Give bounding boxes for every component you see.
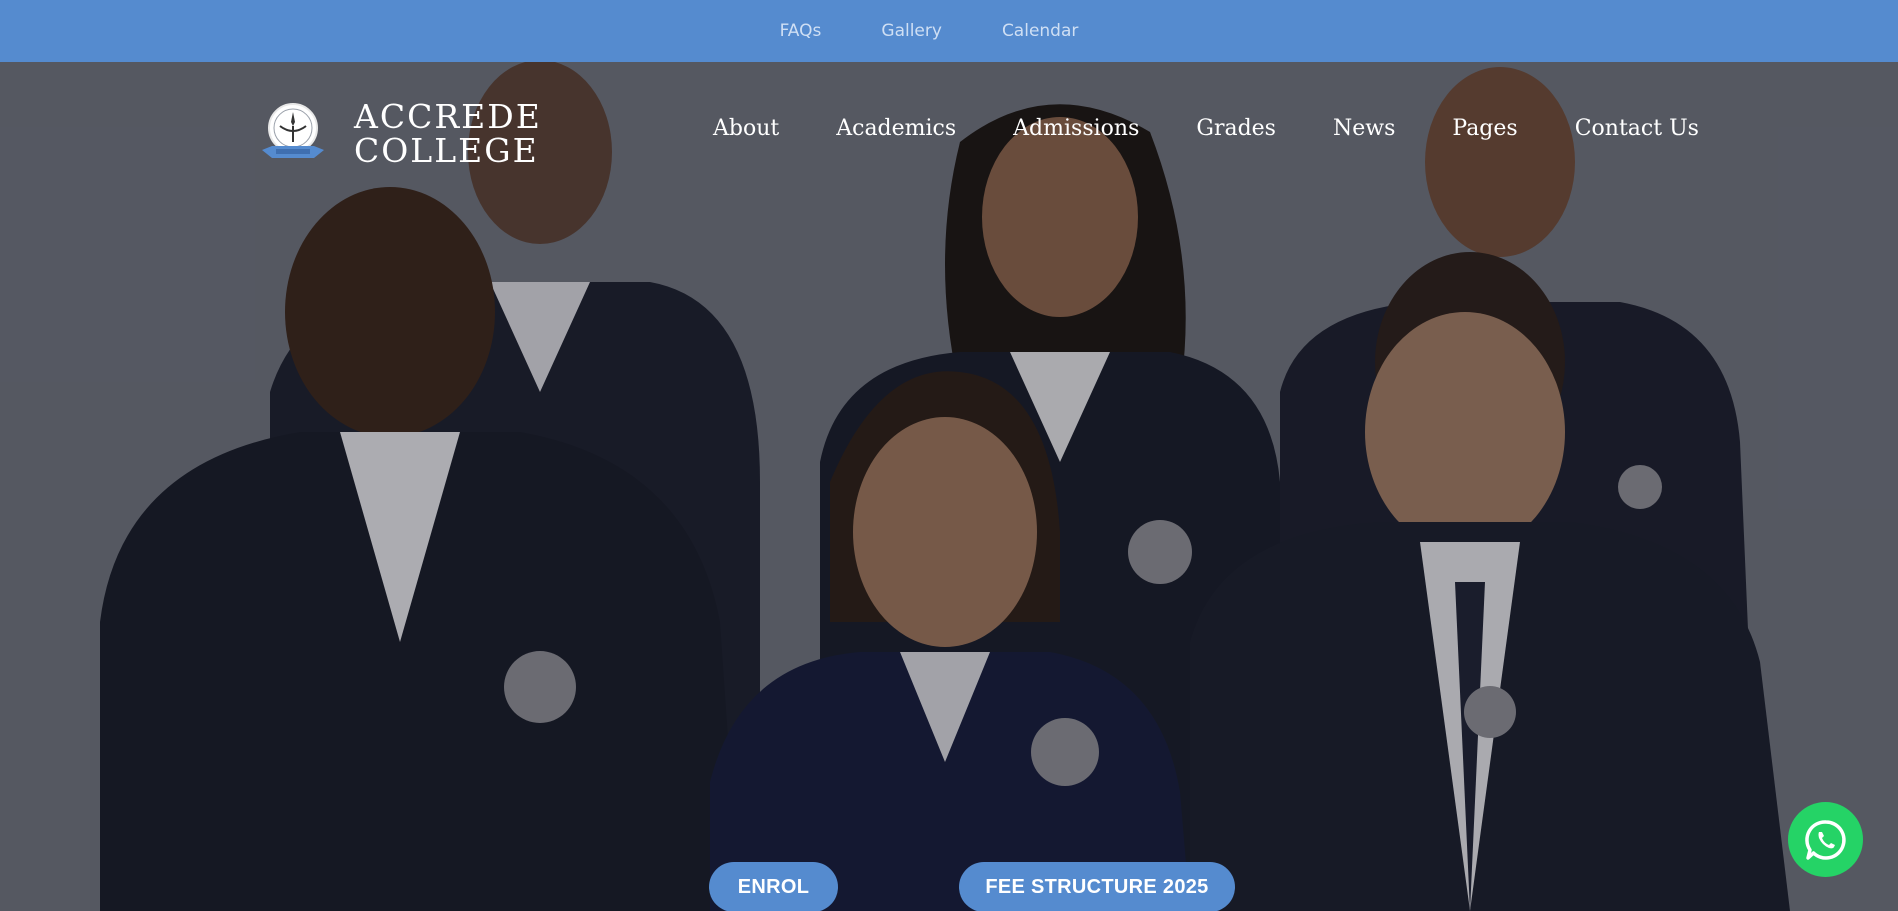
topbar-link-faqs[interactable]: FAQs <box>780 21 822 41</box>
fee-structure-button[interactable]: FEE STRUCTURE 2025 <box>959 862 1235 911</box>
brand-name-line2: COLLEGE <box>354 131 539 170</box>
nav-item-grades[interactable]: Grades <box>1196 116 1276 141</box>
nav-item-academics[interactable]: Academics <box>836 116 956 141</box>
nav-item-news[interactable]: News <box>1333 116 1395 141</box>
nav-item-about[interactable]: About <box>713 116 779 141</box>
top-utility-bar: FAQs Gallery Calendar <box>0 0 1898 62</box>
school-crest-icon <box>262 103 324 158</box>
hero-section: ENROL FEE STRUCTURE 2025 <box>0 62 1898 911</box>
hero-overlay <box>0 62 1898 911</box>
whatsapp-chat-button[interactable] <box>1788 802 1863 877</box>
brand-name-line1: ACCREDE <box>354 97 542 136</box>
site-logo[interactable]: ACCREDE COLLEGE <box>258 100 542 168</box>
nav-item-pages[interactable]: Pages <box>1452 116 1517 141</box>
topbar-link-calendar[interactable]: Calendar <box>1002 21 1078 41</box>
whatsapp-icon <box>1804 819 1846 860</box>
topbar-link-gallery[interactable]: Gallery <box>881 21 942 41</box>
brand-name: ACCREDE COLLEGE <box>354 100 542 168</box>
main-navigation: About Academics Admissions Grades News P… <box>713 116 1699 141</box>
nav-item-contact-us[interactable]: Contact Us <box>1575 116 1699 141</box>
enrol-button[interactable]: ENROL <box>709 862 838 911</box>
nav-item-admissions[interactable]: Admissions <box>1013 116 1139 141</box>
